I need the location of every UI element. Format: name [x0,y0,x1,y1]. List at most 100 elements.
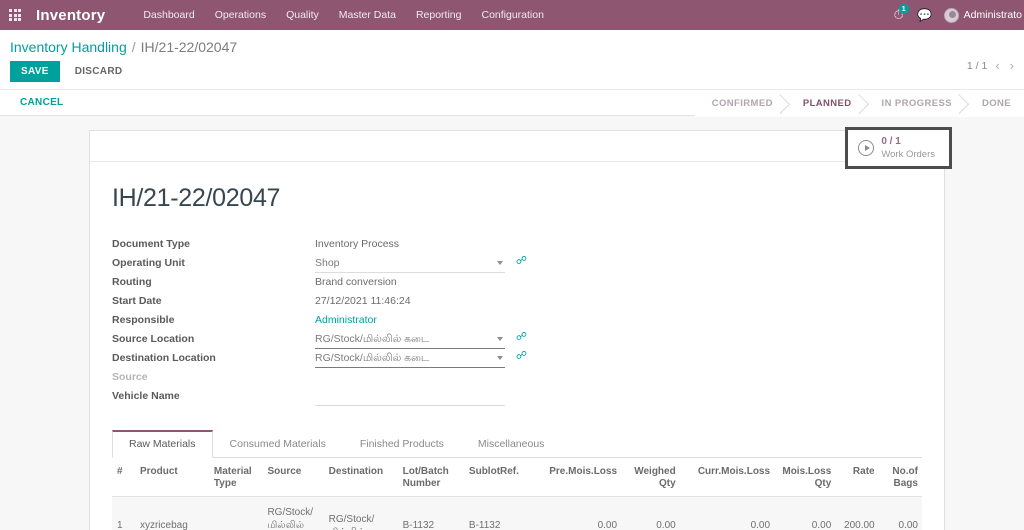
record-sheet: 0 / 1 Work Orders IH/21-22/02047 Documen… [89,127,952,530]
discard-button[interactable]: DISCARD [64,61,134,82]
cancel-button[interactable]: CANCEL [10,93,73,112]
save-button[interactable]: SAVE [10,61,60,82]
activity-badge-count: 1 [898,4,909,14]
cell-sublot-ref[interactable]: B-1132 [463,496,531,530]
field-source-location-wrap: RG/Stock/மில்லில் கடை ☍ [315,330,527,349]
col-destination[interactable]: Destination [323,458,398,497]
breadcrumb-separator: / [131,39,136,55]
menu-item-reporting[interactable]: Reporting [406,0,472,30]
status-step-in-progress[interactable]: IN PROGRESS [864,90,965,117]
page-title: IH/21-22/02047 [112,184,281,212]
cell-material-type[interactable] [208,496,263,530]
col-sublot-ref[interactable]: SublotRef. [463,458,531,497]
record-pager: 1 / 1 ‹ › [967,58,1016,73]
cell-weighed-qty[interactable]: 0.00 [622,496,681,530]
cell-rate[interactable]: 200.00 [836,496,880,530]
col-no-of-bags[interactable]: No.of Bags [879,458,922,497]
menu-item-quality[interactable]: Quality [276,0,329,30]
status-step-confirmed[interactable]: CONFIRMED [694,90,786,117]
status-step-planned[interactable]: PLANNED [785,90,865,117]
col-product[interactable]: Product [134,458,209,497]
external-link-icon[interactable]: ☍ [516,256,527,267]
navbar-right-group: ⏱ 1 💬 Administrato [886,0,1024,30]
breadcrumb-parent-link[interactable]: Inventory Handling [10,39,127,55]
pager-next-icon[interactable]: › [1008,58,1016,73]
user-name-label: Administrato [963,9,1022,21]
apps-grid-icon[interactable] [0,0,30,30]
avatar [943,7,959,23]
pager-previous-icon[interactable]: ‹ [993,58,1001,73]
form-field-grid: Document Type Inventory Process Operatin… [112,235,922,406]
field-source[interactable] [315,368,505,387]
col-rate[interactable]: Rate [836,458,880,497]
pager-count: 1 / 1 [966,59,988,72]
chevron-down-icon[interactable] [497,261,503,265]
play-circle-icon [858,140,875,157]
col-material-type[interactable]: Material Type [208,458,263,497]
col-curr-mois-loss[interactable]: Curr.Mois.Loss [680,458,776,497]
activity-clock-icon[interactable]: ⏱ 1 [886,0,912,30]
label-source-location: Source Location [112,333,195,345]
chevron-down-icon[interactable] [497,356,503,360]
menu-item-master-data[interactable]: Master Data [329,0,406,30]
top-navbar: Inventory Dashboard Operations Quality M… [0,0,1024,30]
tab-consumed-materials[interactable]: Consumed Materials [213,430,343,458]
external-link-icon[interactable]: ☍ [516,351,527,362]
tab-raw-materials[interactable]: Raw Materials [112,430,213,458]
cell-destination[interactable]: RG/Stock/மில்லில் கடை [323,496,398,530]
operating-unit-input[interactable]: Shop [315,254,505,273]
cell-lot-batch-number[interactable]: B-1132 [397,496,464,530]
control-panel: Inventory Handling / IH/21-22/02047 SAVE… [0,30,1024,89]
col-index[interactable]: # [112,458,135,497]
raw-materials-table: # Product Material Type Source Destinati… [112,458,922,530]
destination-location-value: RG/Stock/மில்லில் கடை [315,351,430,364]
sheet-body: IH/21-22/02047 Document Type Inventory P… [90,162,944,530]
operating-unit-value: Shop [315,256,340,269]
label-vehicle-name: Vehicle Name [112,390,180,402]
tab-miscellaneous[interactable]: Miscellaneous [461,430,562,458]
statusbar-row: CANCEL CONFIRMED PLANNED IN PROGRESS DON… [0,89,1024,117]
notebook-tabs: Raw Materials Consumed Materials Finishe… [112,430,922,458]
external-link-icon[interactable]: ☍ [516,332,527,343]
chat-bubble-icon[interactable]: 💬 [912,0,938,30]
work-orders-stat-button[interactable]: 0 / 1 Work Orders [845,127,952,170]
cell-curr-mois-loss[interactable]: 0.00 [680,496,776,530]
status-step-done[interactable]: DONE [964,90,1024,117]
sheet-wrapper: 0 / 1 Work Orders IH/21-22/02047 Documen… [0,116,1024,530]
col-mois-loss-qty[interactable]: Mois.Loss Qty [775,458,837,497]
cell-pre-mois-loss[interactable]: 0.00 [530,496,623,530]
cell-mois-loss-qty[interactable]: 0.00 [775,496,837,530]
notebook: Raw Materials Consumed Materials Finishe… [112,430,922,530]
col-source[interactable]: Source [262,458,324,497]
cell-no-of-bags[interactable]: 0.00 [879,496,922,530]
source-location-input[interactable]: RG/Stock/மில்லில் கடை [315,330,505,349]
label-routing: Routing [112,276,152,288]
menu-item-operations[interactable]: Operations [205,0,276,30]
work-orders-label: Work Orders [881,148,935,160]
table-row[interactable]: 1 xyzricebag RG/Stock/மில்லில் கடை RG/St… [112,496,922,530]
vehicle-name-input[interactable] [315,387,505,406]
cell-source[interactable]: RG/Stock/மில்லில் கடை [262,496,324,530]
label-document-type: Document Type [112,238,190,250]
stat-button-box: 0 / 1 Work Orders [90,127,952,170]
app-brand-inventory[interactable]: Inventory [36,7,105,24]
col-lot-batch-number[interactable]: Lot/Batch Number [397,458,464,497]
destination-location-input[interactable]: RG/Stock/மில்லில் கடை [315,349,505,368]
source-location-value: RG/Stock/மில்லில் கடை [315,332,430,345]
work-orders-count: 0 / 1 [881,136,901,147]
cell-product[interactable]: xyzricebag [134,496,209,530]
breadcrumb: Inventory Handling / IH/21-22/02047 [10,30,1014,55]
col-weighed-qty[interactable]: Weighed Qty [622,458,681,497]
lines-table-scroll: # Product Material Type Source Destinati… [112,458,922,530]
menu-item-configuration[interactable]: Configuration [471,0,553,30]
label-responsible: Responsible [112,314,175,326]
col-pre-mois-loss[interactable]: Pre.Mois.Loss [530,458,623,497]
user-menu[interactable]: Administrato [943,7,1024,23]
chevron-down-icon[interactable] [497,337,503,341]
tab-finished-products[interactable]: Finished Products [343,430,461,458]
status-pipeline: CONFIRMED PLANNED IN PROGRESS DONE [694,90,1024,117]
field-start-date: 27/12/2021 11:46:24 [315,295,411,307]
label-start-date: Start Date [112,295,162,307]
menu-item-dashboard[interactable]: Dashboard [133,0,204,30]
field-responsible[interactable]: Administrator [315,311,505,330]
